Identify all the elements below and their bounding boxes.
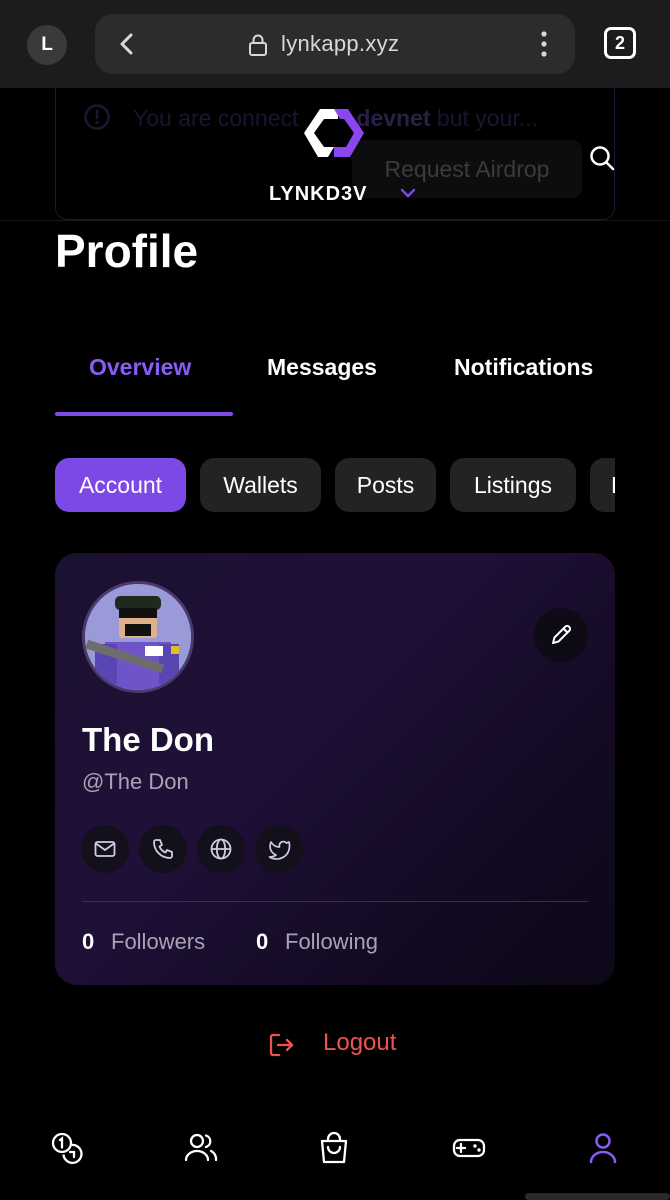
coins-icon[interactable] xyxy=(49,1130,85,1166)
address-bar[interactable]: lynkapp.xyz xyxy=(95,14,575,74)
card-divider xyxy=(82,901,588,902)
globe-icon xyxy=(210,838,232,860)
chip-account[interactable]: Account xyxy=(55,458,186,512)
profile-name: The Don xyxy=(82,721,214,758)
tab-messages[interactable]: Messages xyxy=(267,354,377,381)
phone-button[interactable] xyxy=(139,825,187,873)
browser-profile-button[interactable]: L xyxy=(27,25,67,65)
email-button[interactable] xyxy=(81,825,129,873)
home-indicator xyxy=(525,1193,670,1200)
website-button[interactable] xyxy=(197,825,245,873)
twitter-icon xyxy=(268,840,291,860)
gamepad-icon[interactable] xyxy=(451,1130,487,1166)
search-icon[interactable] xyxy=(588,144,616,172)
following-count: 0 xyxy=(256,929,269,954)
avatar[interactable] xyxy=(82,581,194,693)
chip-listings[interactable]: Listings xyxy=(450,458,576,512)
mail-icon xyxy=(94,841,116,857)
chevron-down-icon[interactable] xyxy=(400,187,416,199)
url-text: lynkapp.xyz xyxy=(281,31,400,56)
tab-overview[interactable]: Overview xyxy=(89,354,191,381)
logout-button[interactable] xyxy=(267,1028,297,1062)
user-icon[interactable] xyxy=(585,1130,621,1166)
bottom-nav xyxy=(0,1110,670,1200)
header-divider xyxy=(0,220,670,221)
tab-notifications[interactable]: Notifications xyxy=(454,354,593,381)
more-options-icon[interactable] xyxy=(535,30,553,58)
avatar-image xyxy=(85,584,191,690)
following-label[interactable]: Following xyxy=(285,929,378,955)
phone-icon xyxy=(153,839,173,859)
chip-wallets[interactable]: Wallets xyxy=(200,458,321,512)
tab-switcher-button[interactable]: 2 xyxy=(604,27,636,59)
page-title: Profile xyxy=(55,225,199,277)
logout-icon xyxy=(269,1033,294,1057)
profile-card: The Don @The Don 0 Followers 0 Following xyxy=(55,553,615,985)
shopping-bag-icon[interactable] xyxy=(316,1130,352,1166)
brand-name[interactable]: LYNKD3V xyxy=(269,183,368,206)
back-arrow-icon[interactable] xyxy=(113,30,141,58)
twitter-button[interactable] xyxy=(255,825,303,873)
chip-partial[interactable]: L xyxy=(590,458,615,512)
info-circle-icon xyxy=(84,104,110,130)
lynk-logo-icon[interactable] xyxy=(300,103,372,163)
edit-profile-button[interactable] xyxy=(534,608,588,662)
followers-label[interactable]: Followers xyxy=(111,929,205,955)
logout-label[interactable]: Logout xyxy=(323,1029,396,1057)
active-tab-indicator xyxy=(55,412,233,416)
profile-handle: @The Don xyxy=(82,769,189,794)
browser-toolbar: L lynkapp.xyz 2 xyxy=(0,0,670,88)
request-airdrop-button[interactable]: Request Airdrop xyxy=(352,140,582,198)
users-icon[interactable] xyxy=(183,1130,219,1166)
followers-count: 0 xyxy=(82,929,95,954)
section-chips: Account Wallets Posts Listings L xyxy=(55,458,615,512)
lock-icon xyxy=(249,34,267,56)
pencil-icon xyxy=(552,624,572,644)
chip-posts[interactable]: Posts xyxy=(335,458,436,512)
